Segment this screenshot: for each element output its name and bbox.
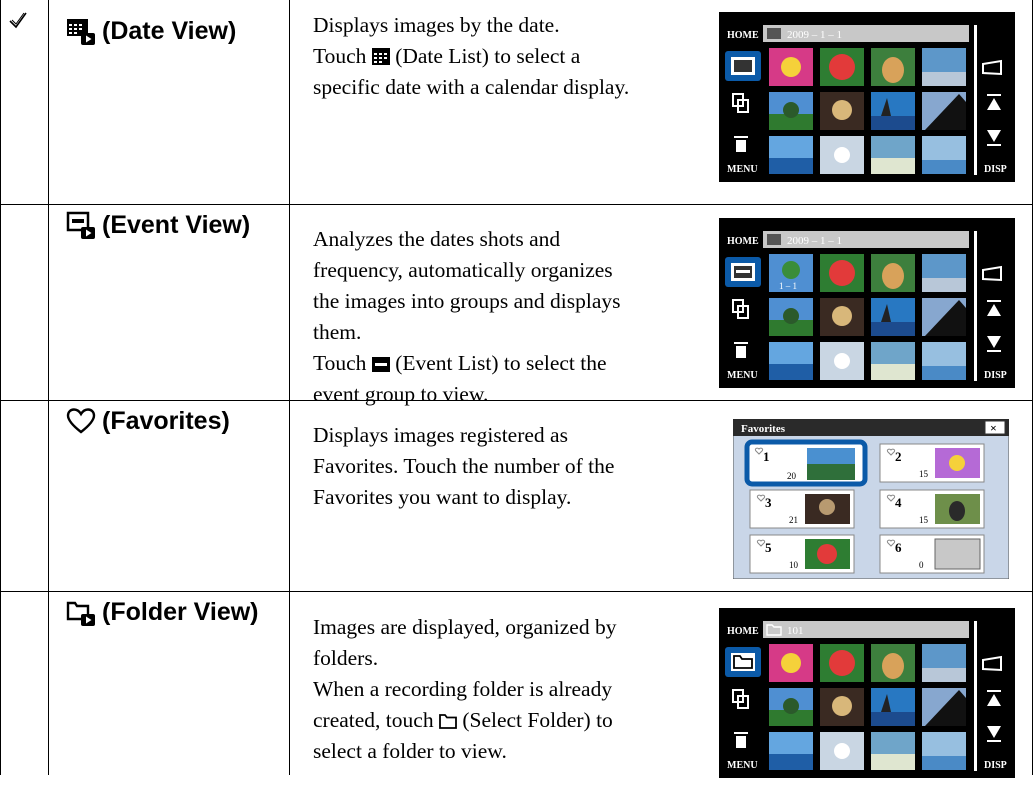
favorite-slot-number: 3 — [765, 495, 772, 510]
screen-menu-label: MENU — [727, 164, 758, 175]
row-divider-1 — [0, 204, 1033, 205]
desc-line: Touch — [313, 44, 372, 68]
screen-header-text: 2009 – 1 – 1 — [787, 29, 842, 41]
row-title-text: (Date View) — [102, 16, 237, 45]
row-title-text: (Event View) — [102, 210, 251, 239]
favorite-slot-count: 10 — [789, 560, 799, 570]
select-folder-icon — [439, 714, 457, 729]
desc-line: Analyzes the dates shots and — [313, 227, 561, 251]
row-description-date-view: Displays images by the date. Touch (Date… — [313, 10, 703, 103]
event-list-icon — [371, 357, 390, 372]
favorites-screen-title: Favorites — [741, 423, 786, 435]
date-view-screenshot: HOME 2009 – 1 – 1 MENU DISP — [719, 12, 1015, 182]
date-view-icon — [67, 19, 95, 45]
folder-view-icon — [66, 601, 95, 626]
favorite-slot-number: 2 — [895, 449, 902, 464]
row-divider-3 — [0, 591, 1033, 592]
desc-line: folders. — [313, 646, 379, 670]
desc-line: the images into groups and displays — [313, 289, 621, 313]
favorite-slot-number: 1 — [763, 449, 770, 464]
favorite-slot-number: 4 — [895, 495, 902, 510]
row-description-event-view: Analyzes the dates shots and frequency, … — [313, 224, 703, 410]
table-border-left — [0, 0, 1, 775]
table-divider-2 — [289, 0, 290, 775]
close-icon: × — [990, 421, 997, 435]
favorite-slot-count: 20 — [787, 471, 797, 481]
row-title-date-view: (Date View) — [66, 16, 236, 46]
desc-line: Displays images by the date. — [313, 13, 560, 37]
desc-line: (Select Folder) to — [456, 708, 613, 732]
row-title-event-view: (Event View) — [66, 210, 250, 240]
screen-home-label: HOME — [727, 236, 759, 247]
desc-line: Favorites you want to display. — [313, 485, 572, 509]
event-tag-label: 1 – 1 — [779, 281, 797, 291]
date-list-icon — [371, 48, 390, 65]
screen-header-text: 2009 – 1 – 1 — [787, 235, 842, 247]
desc-line: Images are displayed, organized by — [313, 615, 617, 639]
screen-disp-label: DISP — [984, 164, 1007, 175]
desc-line: them. — [313, 320, 362, 344]
screen-menu-label: MENU — [727, 370, 758, 381]
desc-line: (Date List) to select a — [389, 44, 581, 68]
desc-line: Touch — [313, 351, 372, 375]
screen-home-label: HOME — [727, 30, 759, 41]
desc-line: When a recording folder is already — [313, 677, 613, 701]
screen-disp-label: DISP — [984, 760, 1007, 771]
favorite-slot-count: 15 — [919, 515, 929, 525]
favorite-slot-count: 15 — [919, 469, 929, 479]
checkmark-icon — [9, 12, 27, 29]
desc-line: (Event List) to select the — [389, 351, 607, 375]
desc-line: event group to view. — [313, 382, 489, 406]
desc-line: frequency, automatically organizes — [313, 258, 613, 282]
screen-header-text: 101 — [787, 625, 804, 637]
screen-disp-label: DISP — [984, 370, 1007, 381]
desc-line: Displays images registered as — [313, 423, 568, 447]
folder-view-screenshot: HOME 101 MENU DISP — [719, 608, 1015, 778]
row-title-text: (Folder View) — [102, 597, 259, 626]
favorite-slot-number: 5 — [765, 540, 772, 555]
desc-line: created, touch — [313, 708, 439, 732]
row-description-folder-view: Images are displayed, organized by folde… — [313, 612, 703, 767]
screen-home-label: HOME — [727, 626, 759, 637]
desc-line: select a folder to view. — [313, 739, 507, 763]
event-view-icon — [66, 211, 95, 239]
desc-line: Favorites. Touch the number of the — [313, 454, 615, 478]
event-view-screenshot: HOME 2009 – 1 – 1 1 – 1 MENU DISP — [719, 218, 1015, 388]
favorites-screenshot: Favorites × 1 20 2 15 3 21 4 15 5 10 6 0 — [733, 419, 1009, 579]
table-divider-1 — [48, 0, 49, 775]
favorite-slot-number: 6 — [895, 540, 902, 555]
desc-line: specific date with a calendar display. — [313, 75, 630, 99]
row-title-favorites: (Favorites) — [66, 406, 230, 436]
row-title-text: (Favorites) — [102, 406, 230, 435]
favorite-slot-count: 21 — [789, 515, 798, 525]
row-description-favorites: Displays images registered as Favorites.… — [313, 420, 703, 513]
screen-menu-label: MENU — [727, 760, 758, 771]
heart-icon — [66, 408, 96, 434]
favorite-slot-count: 0 — [919, 560, 924, 570]
row-title-folder-view: (Folder View) — [66, 597, 259, 627]
